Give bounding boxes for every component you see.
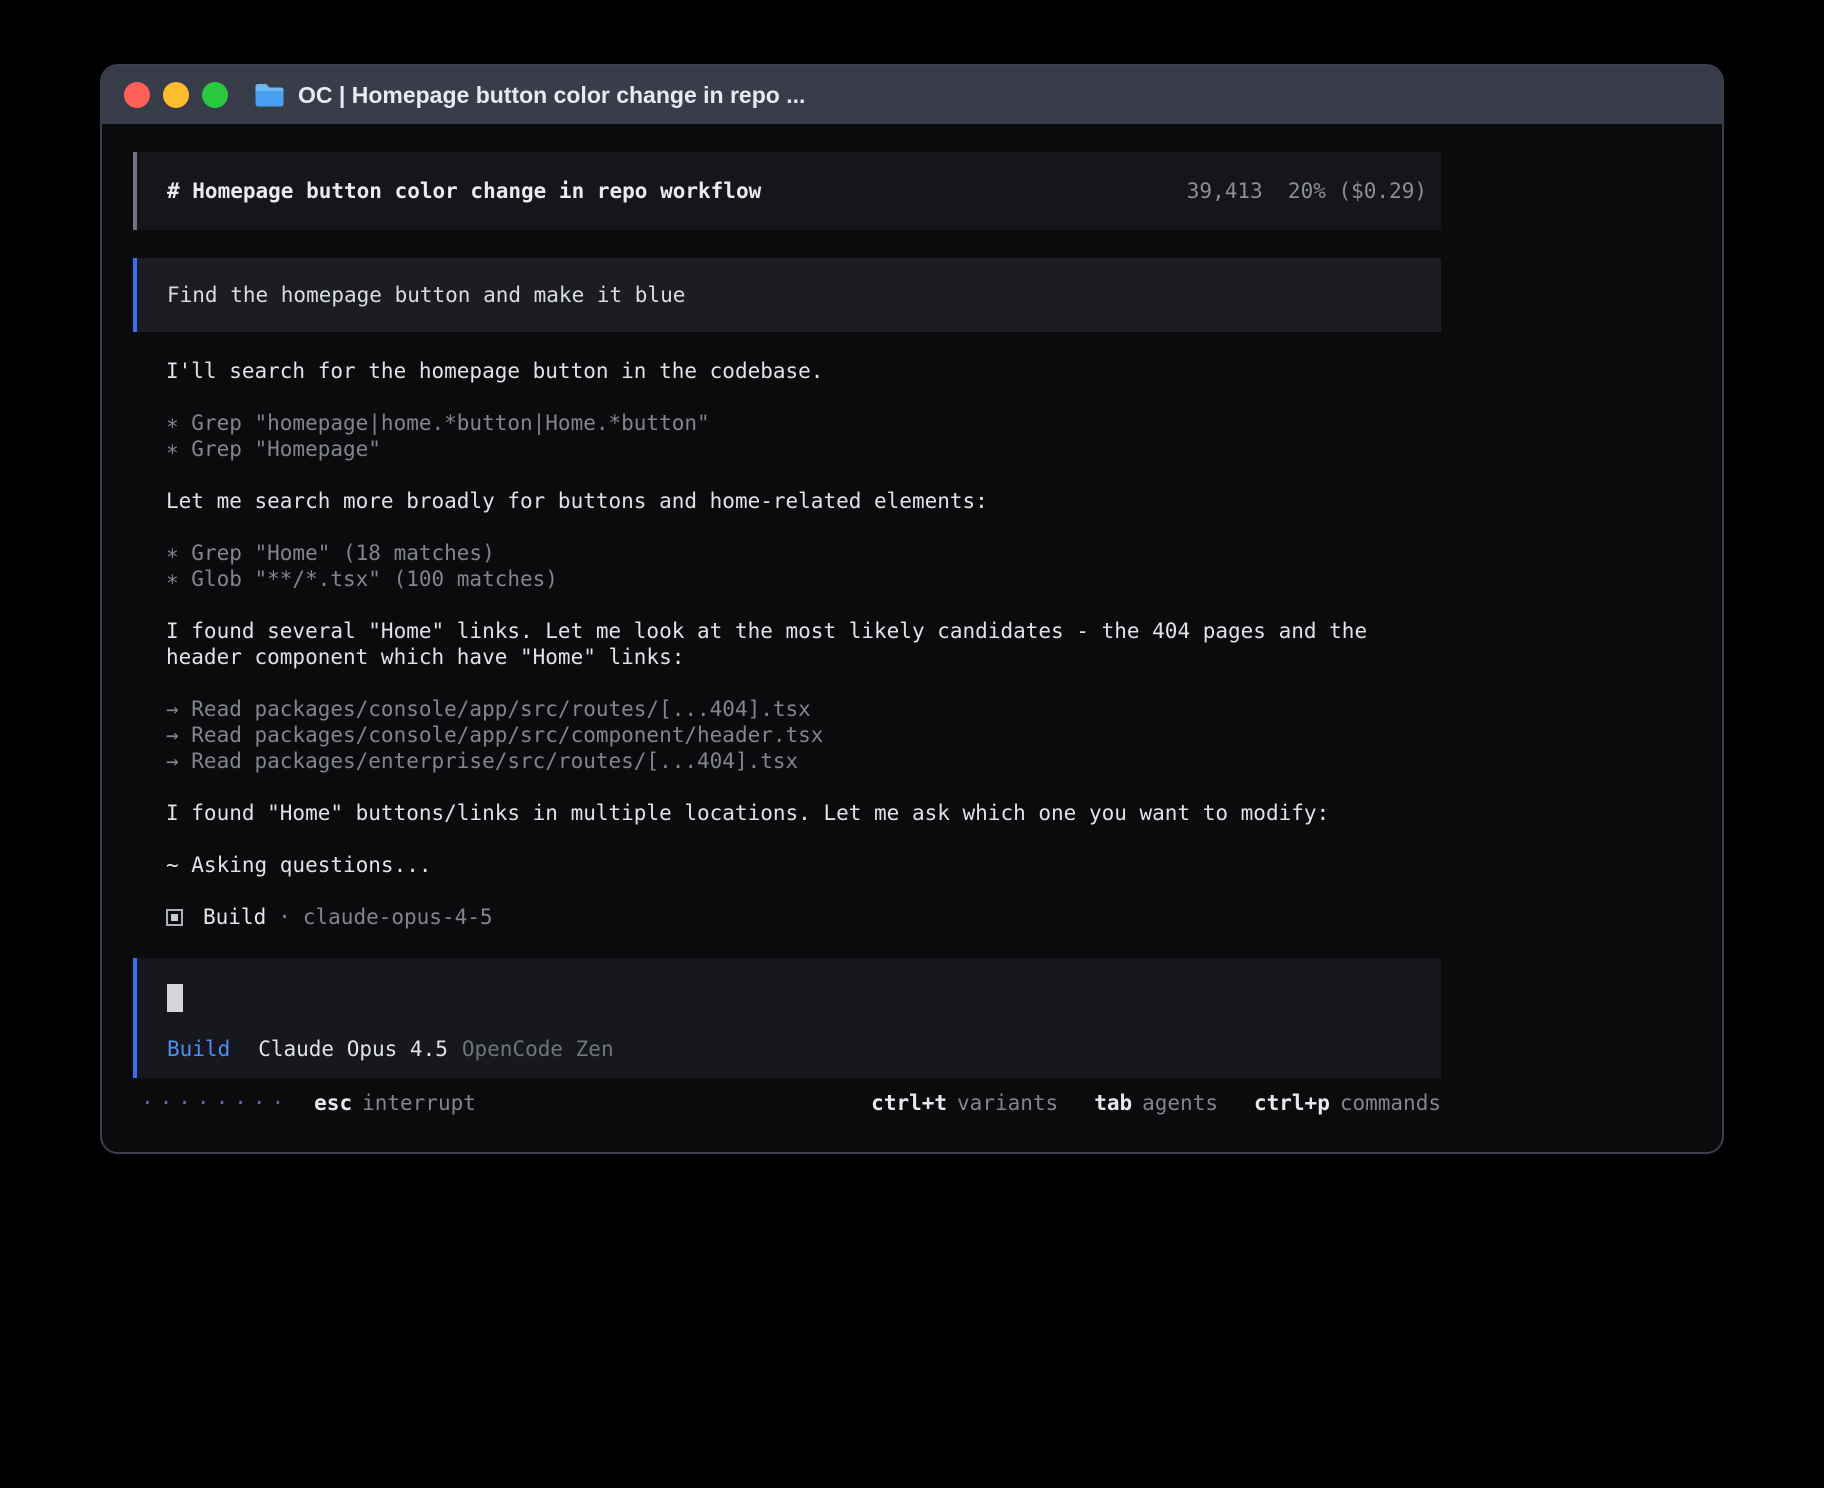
text-cursor [167,984,183,1012]
assistant-text: I'll search for the homepage button in t… [166,358,1441,384]
session-header: # Homepage button color change in repo w… [133,152,1441,230]
provider-label: OpenCode Zen [462,1036,614,1062]
tool-call-grep: ∗ Grep "homepage|home.*button|Home.*butt… [166,410,1441,436]
user-message: Find the homepage button and make it blu… [133,258,1441,332]
agent-model: claude-opus-4-5 [303,904,493,930]
agent-status-row: Build · claude-opus-4-5 [133,904,1441,930]
esc-key[interactable]: esc [314,1090,352,1116]
assistant-status-text: ~ Asking questions... [166,852,1441,878]
titlebar: OC | Homepage button color change in rep… [102,66,1722,124]
session-stats: 39,413 20% ($0.29) [1187,178,1427,204]
user-message-text: Find the homepage button and make it blu… [167,282,685,308]
tool-call-grep: ∗ Grep "Homepage" [166,436,1441,462]
window-title: OC | Homepage button color change in rep… [298,82,805,109]
terminal-window: OC | Homepage button color change in rep… [100,64,1724,1154]
assistant-text: I found several "Home" links. Let me loo… [166,618,1441,670]
maximize-button[interactable] [202,82,228,108]
tool-call-grep: ∗ Grep "Home" (18 matches) [166,540,1441,566]
status-bar: ········ esc interrupt ctrl+tvariants ta… [133,1090,1441,1116]
tool-call-read: → Read packages/console/app/src/componen… [166,722,1441,748]
prompt-input[interactable]: Build Claude Opus 4.5 OpenCode Zen [133,958,1441,1078]
folder-icon [254,83,285,108]
close-button[interactable] [124,82,150,108]
agent-separator: · [278,904,291,930]
esc-key-label: interrupt [362,1090,476,1116]
session-title: # Homepage button color change in repo w… [167,178,761,204]
terminal-content: # Homepage button color change in repo w… [102,124,1722,1152]
assistant-text: I found "Home" buttons/links in multiple… [166,800,1441,826]
tool-call-read: → Read packages/enterprise/src/routes/[.… [166,748,1441,774]
shortcut-commands[interactable]: ctrl+pcommands [1254,1090,1441,1116]
traffic-lights [124,82,228,108]
tool-call-glob: ∗ Glob "**/*.tsx" (100 matches) [166,566,1441,592]
shortcut-agents[interactable]: tabagents [1094,1090,1218,1116]
transcript: I'll search for the homepage button in t… [133,358,1441,878]
agent-name: Build [203,904,266,930]
agent-square-icon [166,909,183,926]
input-meta: Build Claude Opus 4.5 OpenCode Zen [167,1036,1427,1062]
agent-mode-label[interactable]: Build [167,1036,230,1062]
minimize-button[interactable] [163,82,189,108]
progress-dots: ········ [141,1090,290,1116]
model-label[interactable]: Claude Opus 4.5 [258,1036,448,1062]
tool-call-read: → Read packages/console/app/src/routes/[… [166,696,1441,722]
assistant-text: Let me search more broadly for buttons a… [166,488,1441,514]
shortcut-variants[interactable]: ctrl+tvariants [871,1090,1058,1116]
